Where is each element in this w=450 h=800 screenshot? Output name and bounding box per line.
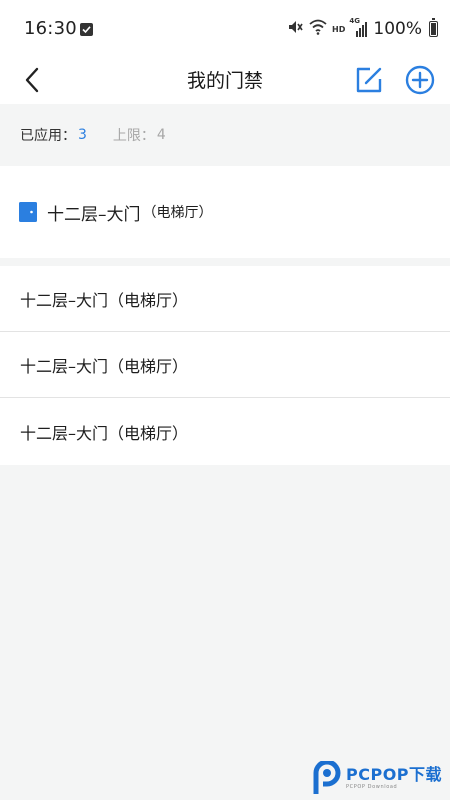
pcpop-logo-icon — [313, 761, 341, 794]
quota-summary: 已应用： 3 上限： 4 — [0, 104, 450, 166]
add-button[interactable] — [403, 63, 437, 97]
edit-icon — [356, 67, 382, 93]
plus-circle-icon — [405, 65, 435, 95]
door-list-item[interactable]: 十二层–大门（电梯厅） — [0, 398, 450, 465]
wifi-icon — [308, 18, 328, 40]
status-time: 16:30 — [24, 18, 77, 39]
app-screen: 16:30 HD 4G 100% 我的门禁 已应用： 3 上限： 4 十二层–大… — [0, 0, 450, 800]
applied-count: 3 — [78, 127, 87, 143]
watermark-subtitle: PCPOP Download — [346, 784, 398, 790]
hd-label: HD — [332, 24, 346, 34]
watermark: PCPOP下载 PCPOP Download — [312, 758, 448, 798]
app-header: 我的门禁 — [0, 56, 450, 104]
applied-label: 已应用： — [20, 128, 76, 144]
watermark-title: PCPOP下载 — [346, 765, 443, 784]
battery-percent: 100% — [373, 19, 422, 39]
signal-icon: 4G — [349, 17, 368, 38]
limit-label: 上限： — [112, 128, 155, 144]
notification-check-icon — [80, 23, 93, 36]
battery-icon — [429, 18, 438, 37]
current-door-name: 十二层–大门 — [47, 204, 141, 225]
status-bar: 16:30 HD 4G 100% — [0, 0, 450, 56]
current-door-location: （电梯厅） — [142, 205, 213, 221]
door-list-item[interactable]: 十二层–大门（电梯厅） — [0, 332, 450, 398]
edit-button[interactable] — [353, 64, 385, 96]
current-door-card[interactable]: 十二层–大门 （电梯厅） — [0, 166, 450, 258]
door-list-item[interactable]: 十二层–大门（电梯厅） — [0, 266, 450, 332]
mute-icon — [286, 18, 304, 40]
limit-count: 4 — [156, 127, 166, 143]
status-icons: HD 4G 100% — [286, 17, 438, 40]
door-icon — [19, 202, 37, 222]
door-list: 十二层–大门（电梯厅） 十二层–大门（电梯厅） 十二层–大门（电梯厅） — [0, 266, 450, 465]
